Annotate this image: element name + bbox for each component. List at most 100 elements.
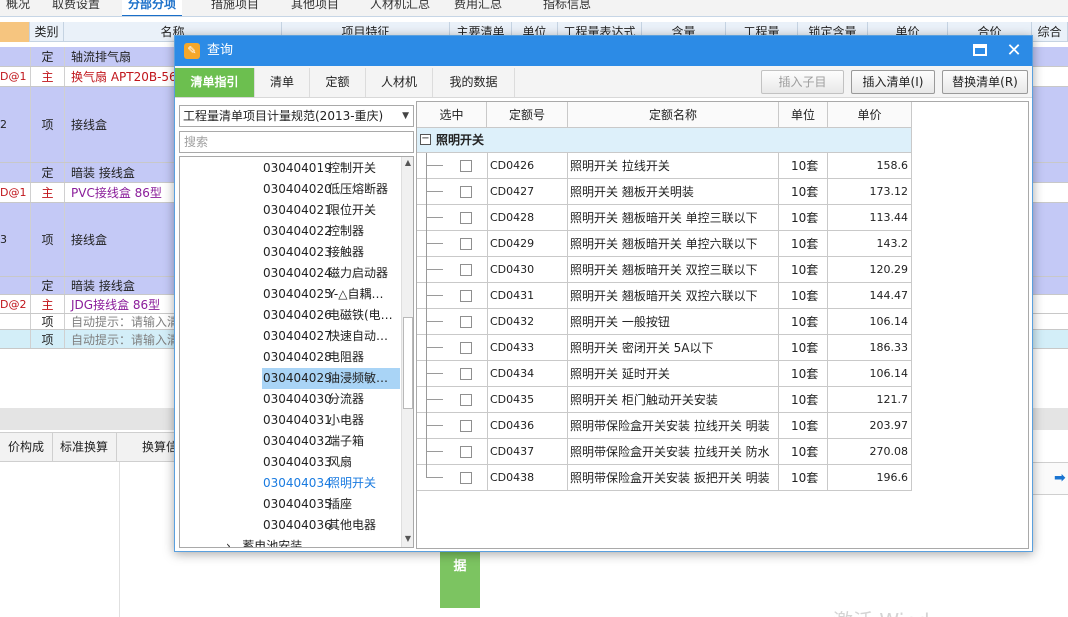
tree-item-selected[interactable]: 030404029 油浸频敏… [262, 368, 400, 389]
query-dialog: ✎ 查询 ✕ 清单指引 清单 定额 人材机 我的数据 插入子目 插入清单(I) … [174, 35, 1033, 552]
tab-index-info[interactable]: 指标信息 [537, 0, 597, 16]
tree-item[interactable]: 030404021 限位开关 [180, 200, 400, 221]
tab-my-data[interactable]: 我的数据 [433, 68, 515, 97]
table-row[interactable]: CD0434 照明开关 延时开关 10套 106.14 [417, 361, 912, 387]
group-row[interactable]: − 照明开关 [417, 128, 912, 153]
tree-item[interactable]: 030404030 分流器 [180, 389, 400, 410]
chevron-right-icon[interactable]: › [226, 539, 231, 547]
tree-item-name: 油浸频敏… [328, 371, 389, 385]
arrow-right-icon[interactable]: ➡ [1054, 470, 1068, 486]
select-checkbox[interactable] [460, 342, 472, 354]
table-row[interactable]: CD0429 照明开关 翘板暗开关 单控六联以下 10套 143.2 [417, 231, 912, 257]
tab-fee-summary[interactable]: 费用汇总 [448, 0, 508, 16]
tree-item[interactable]: 030404025 Y-△自耦… [180, 284, 400, 305]
tab-overview[interactable]: 概况 [0, 0, 36, 16]
tree-connector [427, 347, 443, 348]
select-checkbox[interactable] [460, 212, 472, 224]
table-row[interactable]: CD0433 照明开关 密闭开关 5A以下 10套 186.33 [417, 335, 912, 361]
table-row[interactable]: CD0428 照明开关 翘板暗开关 单控三联以下 10套 113.44 [417, 205, 912, 231]
insert-child-button[interactable]: 插入子目 [761, 70, 844, 94]
scroll-down-icon[interactable]: ▼ [402, 533, 413, 545]
scroll-up-icon[interactable]: ▲ [402, 157, 413, 169]
table-row[interactable]: CD0431 照明开关 翘板暗开关 双控六联以下 10套 144.47 [417, 283, 912, 309]
quota-code: CD0437 [487, 439, 568, 465]
tree-item[interactable]: 030404019 控制开关 [180, 158, 400, 179]
tree-connector [427, 243, 443, 244]
insert-list-button[interactable]: 插入清单(I) [851, 70, 935, 94]
tree-item-code: 030404019 [263, 161, 332, 175]
replace-list-button[interactable]: 替换清单(R) [942, 70, 1028, 94]
tree-item[interactable]: 030404024 磁力启动器 [180, 263, 400, 284]
select-checkbox[interactable] [460, 316, 472, 328]
tree-item-name: 接触器 [328, 245, 365, 259]
table-row[interactable]: CD0438 照明带保险盒开关安装 扳把开关 明装 10套 196.6 [417, 465, 912, 491]
tree-item-name: 端子箱 [328, 434, 365, 448]
select-checkbox[interactable] [460, 446, 472, 458]
dialog-title-bar[interactable]: ✎ 查询 ✕ [175, 36, 1032, 66]
tab-quota[interactable]: 定额 [310, 68, 366, 97]
tree-item[interactable]: 030404027 快速自动… [180, 326, 400, 347]
tree-connector [426, 231, 427, 257]
tab-price-composition[interactable]: 价构成 [0, 433, 54, 462]
side-data-button[interactable]: 据 [440, 551, 480, 608]
tree-item[interactable]: 030404031 小电器 [180, 410, 400, 431]
tree-parent-item[interactable]: › 蓄电池安装 [226, 536, 302, 547]
quota-name: 照明带保险盒开关安装 拉线开关 防水 [568, 439, 779, 465]
tree-item-code: 030404023 [263, 245, 332, 259]
select-checkbox[interactable] [460, 394, 472, 406]
row-index: 3 [0, 233, 7, 246]
tree-item-active[interactable]: 030404034 照明开关 [180, 473, 400, 494]
select-checkbox[interactable] [460, 186, 472, 198]
table-row[interactable]: CD0435 照明开关 柜门触动开关安装 10套 121.7 [417, 387, 912, 413]
tree-connector [426, 179, 427, 205]
maximize-icon[interactable] [973, 44, 987, 56]
select-checkbox[interactable] [460, 238, 472, 250]
tab-materials[interactable]: 人材机 [366, 68, 433, 97]
select-checkbox[interactable] [460, 290, 472, 302]
library-select[interactable]: 工程量清单项目计量规范(2013-重庆) ▼ [179, 105, 414, 127]
tree-item[interactable]: 030404020 低压熔断器 [180, 179, 400, 200]
table-row[interactable]: CD0432 照明开关 一般按钮 10套 106.14 [417, 309, 912, 335]
row-category: 项 [30, 203, 64, 276]
select-checkbox[interactable] [460, 160, 472, 172]
tab-fee-settings[interactable]: 取费设置 [46, 0, 106, 16]
tab-list-guide[interactable]: 清单指引 [175, 68, 255, 97]
tree-item[interactable]: 030404033 风扇 [180, 452, 400, 473]
select-checkbox[interactable] [460, 420, 472, 432]
tree-item[interactable]: 030404028 电阻器 [180, 347, 400, 368]
tree-item-code: 030404028 [263, 350, 332, 364]
select-checkbox[interactable] [460, 264, 472, 276]
tree-scrollbar[interactable]: ▲ ▼ [401, 157, 413, 547]
tree-item[interactable]: 030404036 其他电器 [180, 515, 400, 536]
scroll-thumb[interactable] [403, 317, 413, 409]
table-row[interactable]: CD0426 照明开关 拉线开关 10套 158.6 [417, 153, 912, 179]
table-row[interactable]: CD0437 照明带保险盒开关安装 拉线开关 防水 10套 270.08 [417, 439, 912, 465]
tab-measures[interactable]: 措施项目 [205, 0, 265, 16]
tree-item-code: 030404032 [263, 434, 332, 448]
header-select: 选中 [417, 102, 487, 128]
table-row[interactable]: CD0430 照明开关 翘板暗开关 双控三联以下 10套 120.29 [417, 257, 912, 283]
table-row[interactable]: CD0436 照明带保险盒开关安装 拉线开关 明装 10套 203.97 [417, 413, 912, 439]
group-label: 照明开关 [436, 133, 485, 147]
tab-resource-summary[interactable]: 人材机汇总 [364, 0, 436, 16]
select-checkbox[interactable] [460, 472, 472, 484]
tree-connector [426, 205, 427, 231]
tab-sub-items[interactable]: 分部分项 [122, 0, 183, 16]
tab-other-items[interactable]: 其他项目 [285, 0, 345, 16]
tree-item[interactable]: 030404026 电磁铁(电… [180, 305, 400, 326]
tree-item[interactable]: 030404023 接触器 [180, 242, 400, 263]
tree-item[interactable]: 030404032 端子箱 [180, 431, 400, 452]
search-input[interactable] [179, 131, 414, 153]
close-icon[interactable]: ✕ [1004, 39, 1024, 63]
table-row[interactable]: CD0427 照明开关 翘板开关明装 10套 173.12 [417, 179, 912, 205]
quota-unit: 10套 [779, 179, 828, 205]
tree-item[interactable]: 030404022 控制器 [180, 221, 400, 242]
quota-code: CD0435 [487, 387, 568, 413]
select-checkbox[interactable] [460, 368, 472, 380]
tab-list[interactable]: 清单 [255, 68, 310, 97]
chevron-down-icon[interactable]: ▼ [402, 106, 409, 126]
tree-connector [426, 361, 427, 387]
collapse-icon[interactable]: − [420, 134, 431, 145]
tree-item[interactable]: 030404035 插座 [180, 494, 400, 515]
tab-standard-conversion[interactable]: 标准换算 [52, 433, 118, 462]
